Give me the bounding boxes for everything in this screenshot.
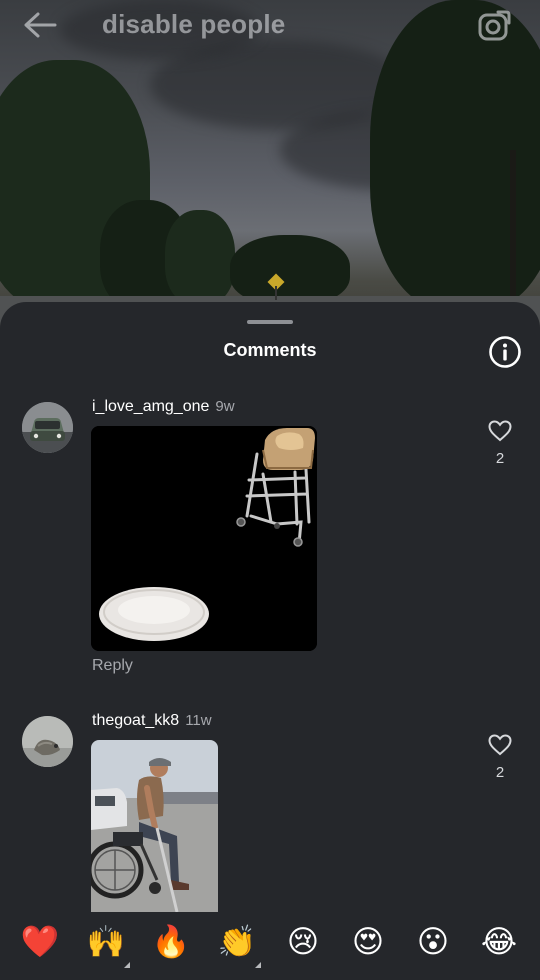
info-icon[interactable] — [488, 335, 522, 369]
comment-time: 11w — [185, 712, 212, 729]
username[interactable]: thegoat_kk8 — [92, 712, 179, 729]
heart-outline-icon[interactable] — [488, 420, 512, 442]
emoji-clapping-hands-glyph: 👏 — [217, 924, 257, 959]
username[interactable]: i_love_amg_one — [92, 398, 209, 415]
comment-header: thegoat_kk8 11w — [92, 712, 212, 730]
emoji-raising-hands[interactable]: 🙌 — [86, 922, 130, 968]
skin-tone-indicator — [255, 962, 261, 968]
comments-title: Comments — [223, 340, 317, 360]
emoji-heart[interactable]: ❤️ — [20, 922, 60, 962]
arrow-left-icon[interactable] — [22, 10, 58, 40]
avatar[interactable] — [22, 402, 73, 453]
top-bar: disable people — [0, 0, 540, 50]
emoji-fire[interactable]: 🔥 — [151, 922, 191, 962]
comment-sticker[interactable] — [91, 426, 317, 651]
drag-handle[interactable] — [247, 320, 293, 324]
like-count: 2 — [495, 450, 505, 467]
emoji-raising-hands-glyph: 🙌 — [86, 924, 126, 959]
emoji-surprised-face[interactable]: 😮 — [413, 922, 453, 962]
camera-icon[interactable] — [476, 9, 512, 43]
avatar[interactable] — [22, 716, 73, 767]
comment-time: 9w — [215, 398, 235, 415]
skin-tone-indicator — [124, 962, 130, 968]
emoji-reaction-bar: ❤️ 🙌 🔥 👏 😢 😍 😮 😂 — [0, 912, 540, 980]
comments-sheet: Comments i_love_amg_one 9w Reply 2 thego… — [0, 302, 540, 980]
heart-outline-icon[interactable] — [488, 734, 512, 756]
reply-button[interactable]: Reply — [92, 657, 133, 675]
like-count: 2 — [495, 764, 505, 781]
like-control: 2 — [485, 734, 515, 781]
comment-header: i_love_amg_one 9w — [92, 398, 235, 416]
emoji-clapping-hands[interactable]: 👏 — [217, 922, 261, 968]
emoji-laughing-face[interactable]: 😂 — [479, 922, 519, 962]
emoji-heart-eyes[interactable]: 😍 — [348, 922, 388, 962]
like-control: 2 — [485, 420, 515, 467]
page-title: disable people — [102, 9, 286, 39]
emoji-crying-face[interactable]: 😢 — [283, 922, 323, 962]
comment-photo[interactable] — [91, 740, 218, 912]
